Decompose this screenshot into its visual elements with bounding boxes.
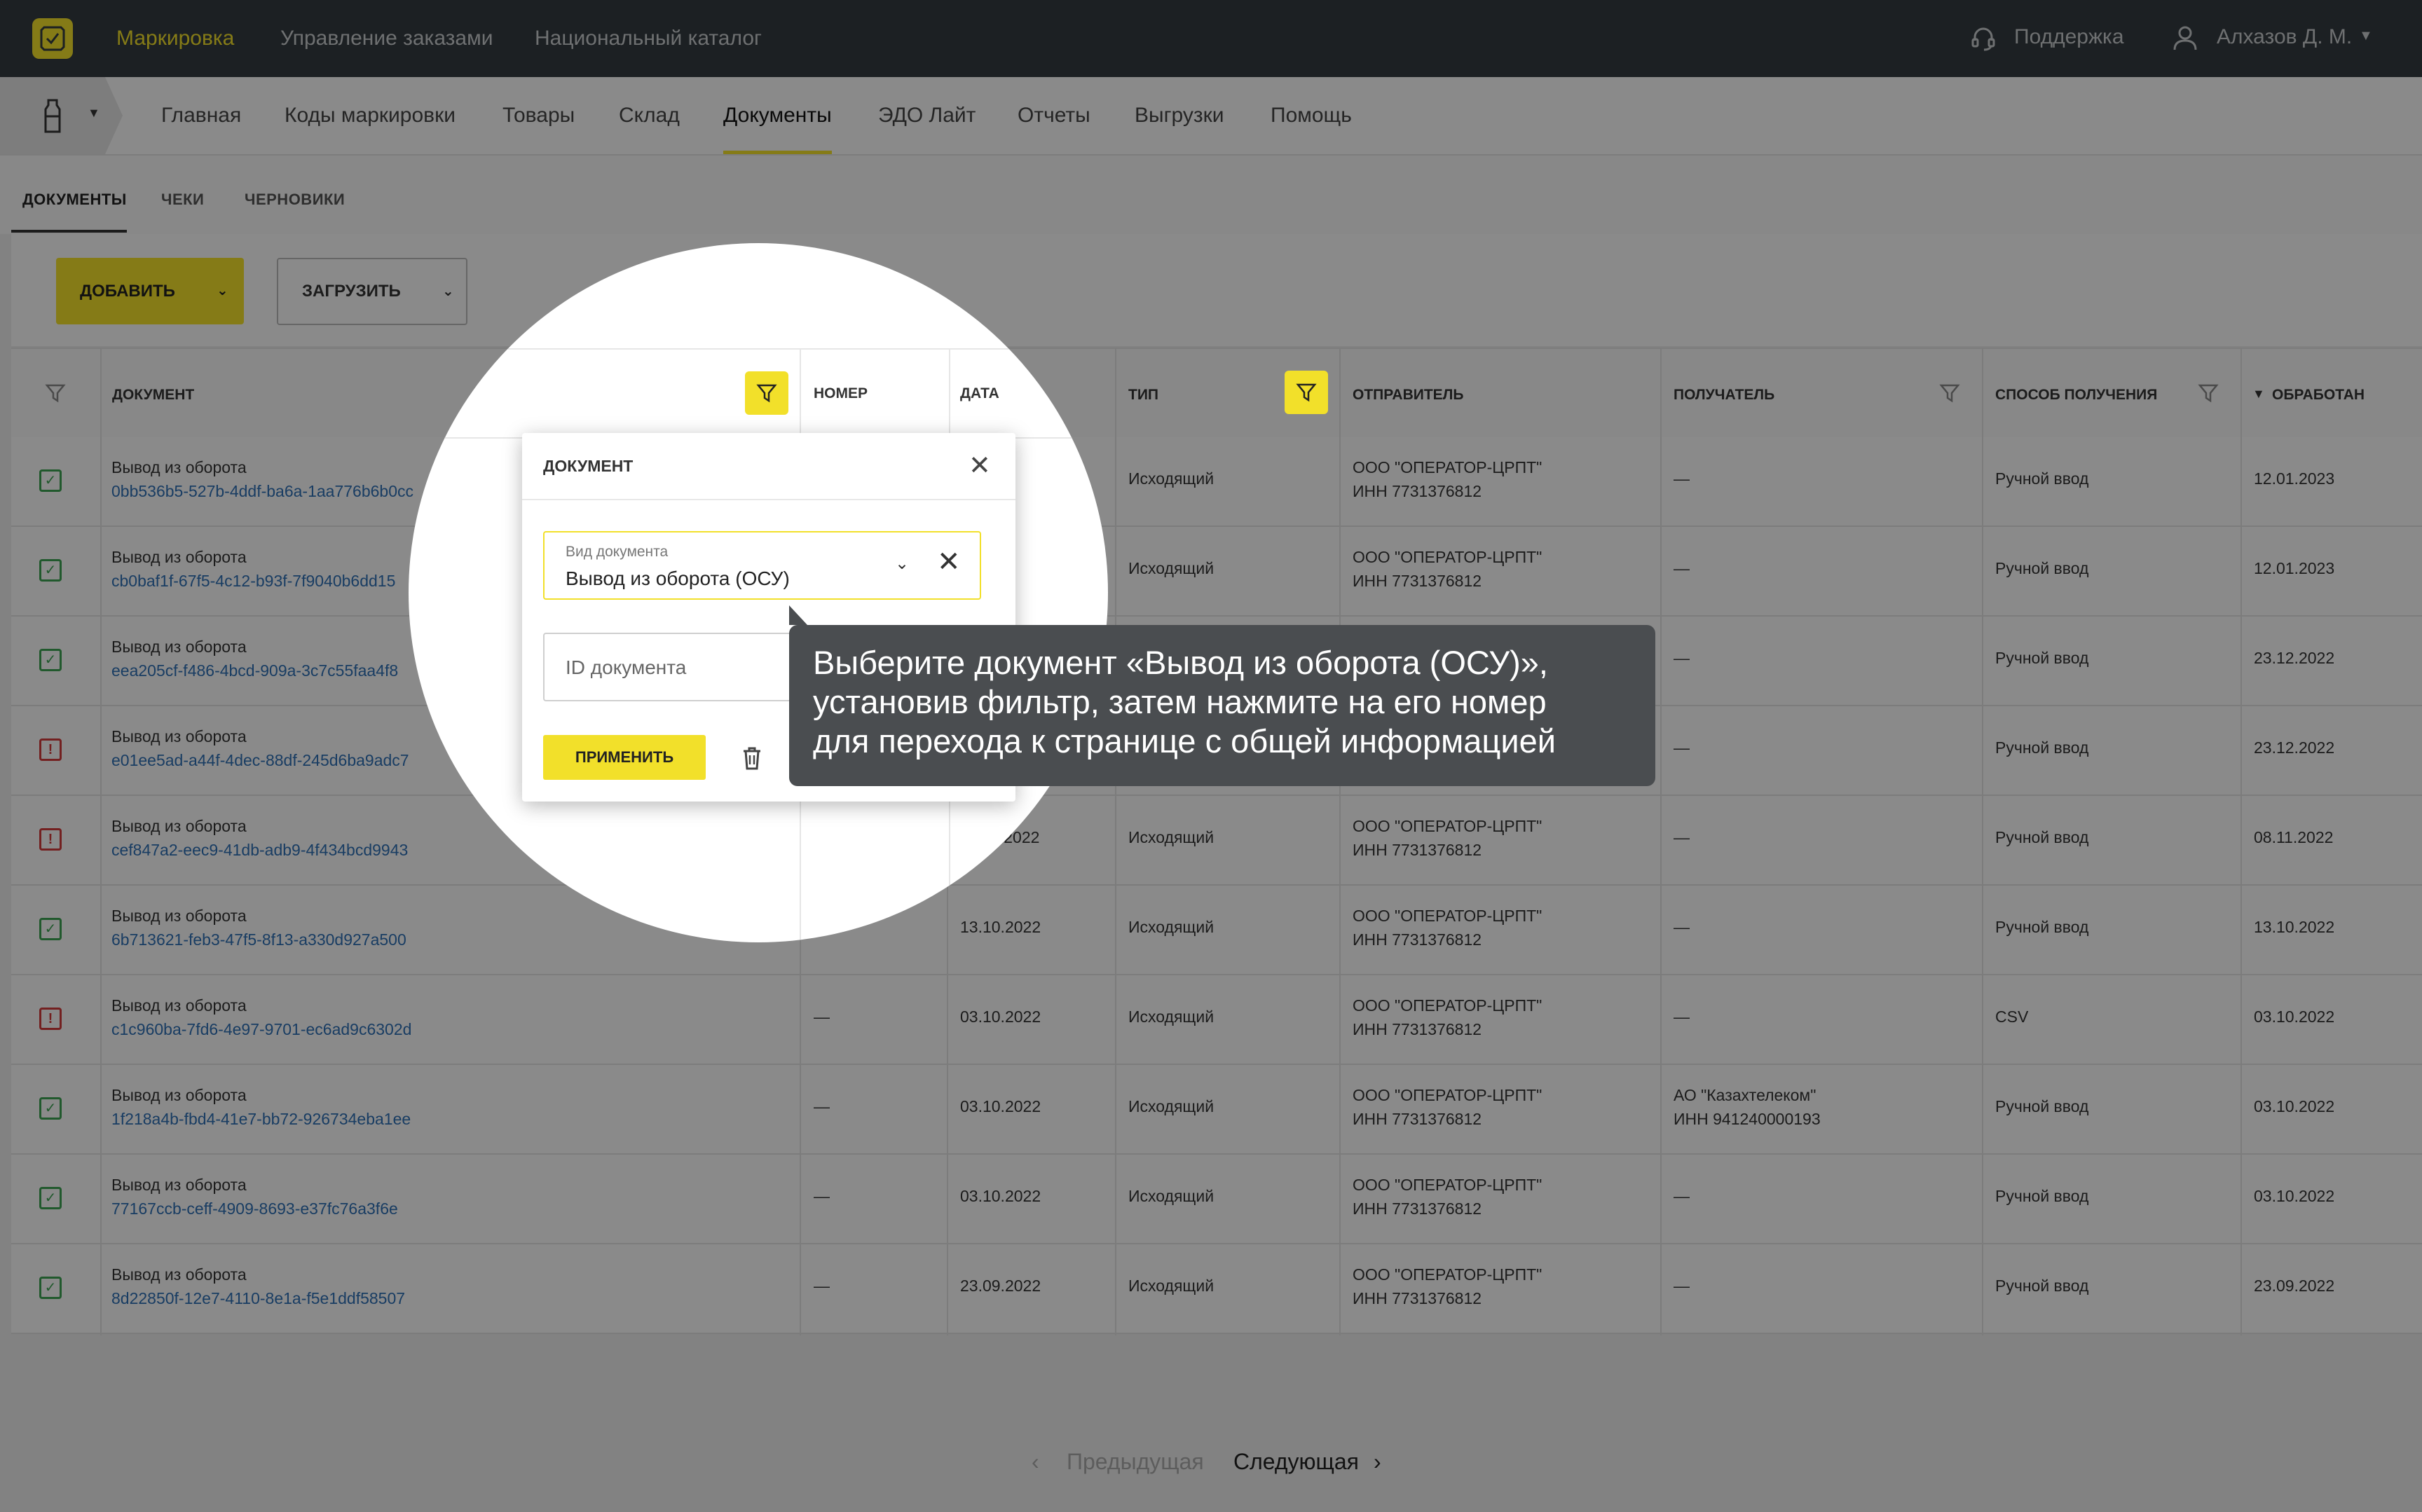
popup-title: ДОКУМЕНТ [543,457,634,475]
close-icon[interactable]: ✕ [969,453,991,479]
type-filter-button[interactable] [1285,371,1328,414]
trash-icon[interactable] [741,745,763,771]
tooltip-line: установив фильтр, затем нажмите на его н… [813,683,1547,720]
filter-icon [1296,383,1317,402]
clear-icon[interactable]: ✕ [937,548,961,576]
document-type-label: Вид документа [566,544,669,560]
divider [409,348,1108,350]
col-number: НОМЕР [814,385,868,401]
document-filter-button[interactable] [745,371,788,415]
col-date: ДАТА [960,385,999,401]
divider [522,499,1015,500]
tooltip-line: Выберите документ «Вывод из оборота (ОСУ… [813,644,1548,681]
document-type-value: Вывод из оборота (ОСУ) [566,568,790,589]
tooltip-arrow [789,605,826,625]
calendar-icon[interactable] [1069,381,1093,405]
tooltip-line: для перехода к странице с общей информац… [813,722,1556,760]
chevron-down-icon[interactable]: ⌄ [895,554,909,574]
hint-tooltip: Выберите документ «Вывод из оборота (ОСУ… [789,605,1655,786]
filter-icon [756,384,777,403]
document-type-select[interactable]: Вид документа Вывод из оборота (ОСУ) ⌄ ✕ [543,531,981,600]
document-id-placeholder: ID документа [566,657,687,678]
apply-button[interactable]: ПРИМЕНИТЬ [543,735,706,780]
